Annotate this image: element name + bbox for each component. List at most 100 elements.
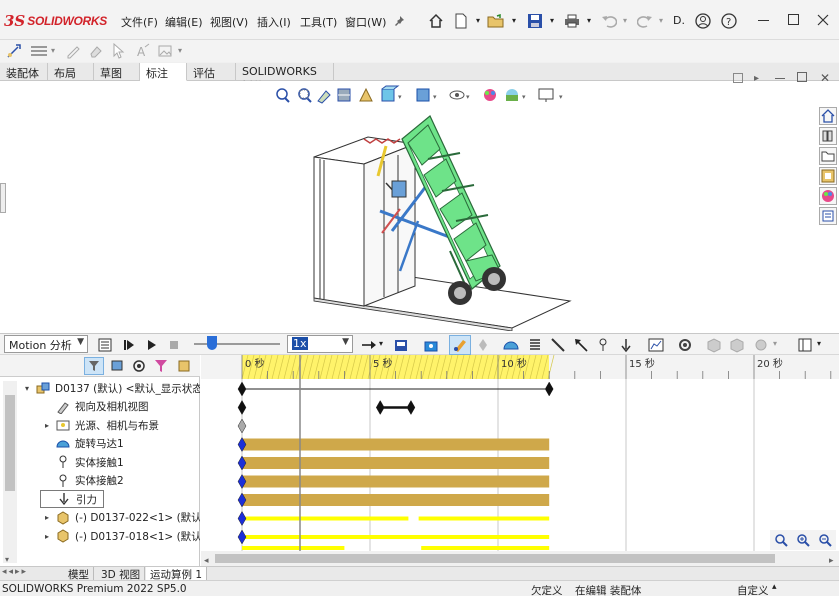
help-icon[interactable]: ? [720,12,738,30]
new-dropdown-icon[interactable]: ▾ [476,16,480,25]
picture-dropdown-icon[interactable]: ▾ [178,46,182,55]
tree-item[interactable]: ▸ (-) D0137-022<1> (默认) [40,509,200,527]
play-icon[interactable] [143,336,161,354]
study-type-select[interactable]: Motion 分析 ▼ [4,335,88,353]
gravity-tool-icon[interactable] [617,336,635,354]
format-dropdown-icon[interactable]: ▾ [51,46,55,55]
stop-icon[interactable] [165,336,183,354]
undo-dropdown-icon[interactable]: ▾ [623,16,627,25]
3d-assembly-model[interactable] [300,101,580,331]
simulation-results-icon[interactable] [728,336,746,354]
menu-file[interactable]: 文件(F) [121,14,158,30]
playback-mode-icon[interactable] [360,336,378,354]
tab-markup[interactable]: 标注 [140,63,187,81]
part-change-bar[interactable] [242,516,409,521]
tab-assembly[interactable]: 装配体 [0,63,48,81]
tree-item[interactable]: ▸ 光源、相机与布景 [40,416,159,434]
damper-tool-icon[interactable] [549,336,567,354]
timeline-view-dropdown-icon[interactable]: ▾ [817,339,821,348]
tab-solidworks-addins[interactable]: SOLIDWORKS 插件 [236,63,334,93]
motion-timeline[interactable]: 0 秒 5 秒 10 秒 15 秒 20 秒 ◂ ▸ [201,355,839,566]
timeline-view-icon[interactable] [796,336,814,354]
redo-dropdown-icon[interactable]: ▾ [659,16,663,25]
close-window-icon[interactable] [814,11,832,29]
print-icon[interactable] [563,12,581,30]
graphics-area[interactable]: ▸ ✕ ▾ ▾ ▾ ▾ ▾ [0,71,839,333]
tree-scrollbar-thumb[interactable] [5,395,15,491]
filter-driving-icon[interactable] [108,357,126,375]
time-label[interactable]: 10 秒 [501,357,527,370]
time-label[interactable]: 5 秒 [373,357,393,370]
tree-expander-icon[interactable]: ▸ [40,532,54,541]
autokey-icon[interactable] [449,335,471,355]
tree-scrollbar[interactable]: ▾ [3,381,17,564]
eraser-icon[interactable] [87,42,105,60]
save-animation-icon[interactable] [392,336,410,354]
menu-view[interactable]: 视图(V) [210,14,248,30]
status-custom-units[interactable]: 自定义 [737,583,769,596]
viewport-tile-icon[interactable] [797,72,807,82]
tree-item[interactable]: ▾ D0137 (默认) <默认_显示状态 [20,379,200,397]
filter-results-icon[interactable] [152,357,170,375]
feature-bar[interactable] [242,494,550,506]
tree-item[interactable]: 实体接触2 [40,472,124,490]
tree-expander-icon[interactable]: ▸ [40,421,54,430]
animation-wizard-icon[interactable] [422,336,440,354]
design-library-icon[interactable] [819,127,837,145]
tree-item[interactable]: 引力 [40,490,104,508]
minimize-icon[interactable] [758,20,769,21]
tab-motion-study-1[interactable]: 运动算例 1 [146,567,208,581]
motion-study-properties-icon[interactable] [676,336,694,354]
tab-layout[interactable]: 布局 [48,63,94,81]
solidworks-logo[interactable]: 3S SOLIDWORKS [4,12,107,30]
simulation-setup-icon[interactable] [705,336,723,354]
feature-tree-collapse-handle[interactable] [0,183,6,213]
playback-mode-dropdown-icon[interactable]: ▾ [379,339,383,348]
play-from-start-icon[interactable] [120,336,138,354]
print-dropdown-icon[interactable]: ▾ [587,16,591,25]
zoom-to-fit-timeline-icon[interactable] [772,531,790,549]
tree-scroll-down-icon[interactable]: ▾ [5,555,9,564]
results-plots-icon[interactable] [647,336,665,354]
time-label[interactable]: 15 秒 [629,357,655,370]
custom-properties-icon[interactable] [819,207,837,225]
part-change-bar[interactable] [421,546,550,550]
tab-scroll-arrows-icon[interactable]: ◂◂▸▸ [2,567,28,577]
pen-tool-icon[interactable] [64,42,82,60]
file-explorer-icon[interactable] [819,147,837,165]
select-pointer-icon[interactable] [109,42,127,60]
filter-selected-icon[interactable] [130,357,148,375]
feature-bar[interactable] [242,457,550,469]
tab-sketch[interactable]: 草图 [94,63,140,81]
time-label[interactable]: 0 秒 [245,357,265,370]
viewport-prev-icon[interactable]: ▸ [754,73,759,84]
appearances-icon[interactable] [819,187,837,205]
tree-expander-icon[interactable]: ▸ [40,513,54,522]
tab-model[interactable]: 模型 [64,567,94,581]
part-change-bar[interactable] [242,546,345,550]
solidworks-resources-icon[interactable] [819,107,837,125]
picture-icon[interactable] [156,42,174,60]
zoom-in-timeline-icon[interactable] [794,531,812,549]
menu-window[interactable]: 窗口(W) [345,14,386,30]
motor-tool-icon[interactable] [502,336,520,354]
part-change-bar[interactable] [418,516,550,521]
zoom-out-timeline-icon[interactable] [816,531,834,549]
annotation-text-icon[interactable]: A [134,42,152,60]
tree-expander-icon[interactable]: ▾ [20,384,34,393]
open-folder-icon[interactable] [487,12,505,30]
tree-item[interactable]: 视向及相机视图 [40,398,149,416]
calculate-icon[interactable] [96,336,114,354]
tab-evaluate[interactable]: 评估 [187,63,236,81]
maximize-icon[interactable] [788,14,799,25]
save-icon[interactable] [526,12,544,30]
playback-speed-select[interactable]: 1x ▼ [287,335,353,353]
menu-tools[interactable]: 工具(T) [300,14,337,30]
redo-icon[interactable] [636,12,654,30]
playback-slider-thumb[interactable] [207,336,217,350]
add-update-key-icon[interactable] [474,336,492,354]
undo-icon[interactable] [600,12,618,30]
menu-edit[interactable]: 编辑(E) [165,14,203,30]
user-account-icon[interactable] [694,12,712,30]
view-palette-icon[interactable] [819,167,837,185]
